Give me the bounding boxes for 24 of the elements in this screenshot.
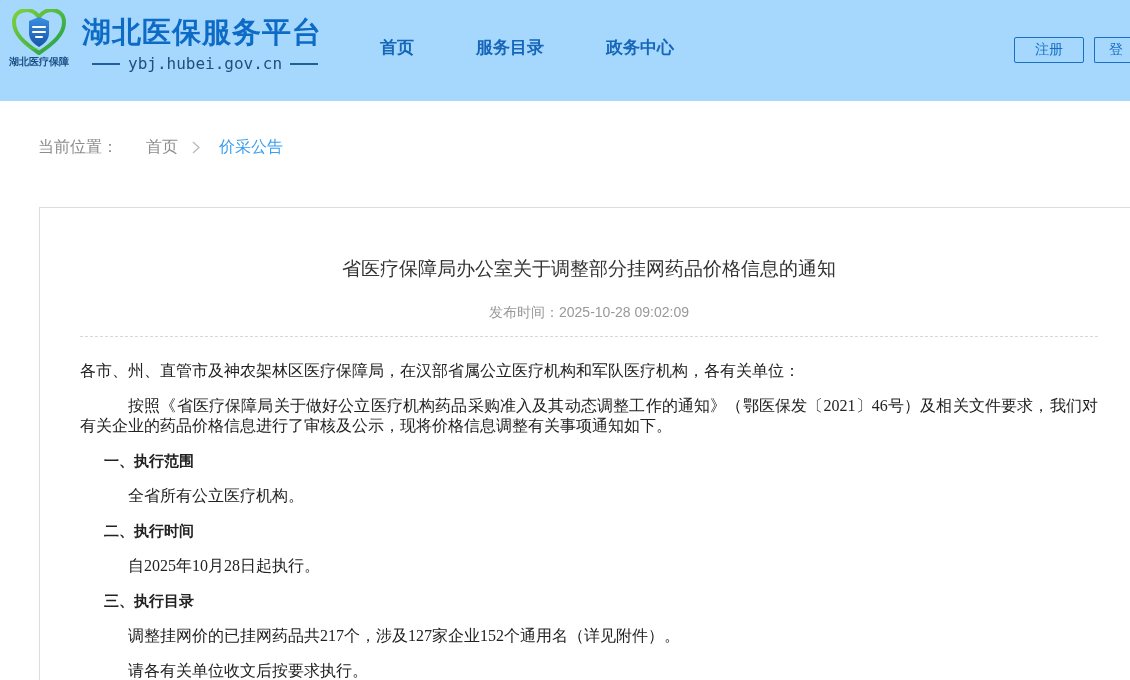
breadcrumb-label: 当前位置： xyxy=(38,136,118,157)
site-url: ybj.hubei.gov.cn xyxy=(128,55,283,73)
logo-caption: 湖北医疗保障 xyxy=(9,56,69,67)
section-heading: 三、执行目录 xyxy=(103,591,195,611)
breadcrumb-link[interactable]: 价采公告 xyxy=(219,136,283,158)
nav-link[interactable]: 服务目录 xyxy=(476,36,544,60)
heart-shield-logo-icon xyxy=(12,9,66,55)
section-heading: 一、执行范围 xyxy=(103,451,195,471)
body-paragraph: 全省所有公立医疗机构。 xyxy=(127,486,305,506)
body-paragraph: 自2025年10月28日起执行。 xyxy=(127,556,321,576)
article-title: 省医疗保障局办公室关于调整部分挂网药品价格信息的通知 xyxy=(341,257,837,281)
nav-link[interactable]: 首页 xyxy=(380,36,414,60)
body-paragraph: 请各有关单位收文后按要求执行。 xyxy=(127,661,369,680)
register-button[interactable]: 注册 xyxy=(1014,37,1084,63)
site-title: 湖北医保服务平台 xyxy=(82,15,322,49)
salutation-text: 各市、州、直管市及神农架林区医疗保障局，在汉部省属公立医疗机构和军队医疗机构，各有关单位： xyxy=(80,361,801,381)
nav-link[interactable]: 政务中心 xyxy=(606,36,674,60)
chevron-right-icon xyxy=(192,140,200,154)
body-paragraph: 调整挂网价的已挂网药品共217个，涉及127家企业152个通用名（详见附件）。 xyxy=(127,626,681,646)
breadcrumb-link[interactable]: 首页 xyxy=(146,136,178,158)
publish-time: 发布时间：2025-10-28 09:02:09 xyxy=(488,303,690,322)
section-heading: 二、执行时间 xyxy=(103,521,195,541)
body-paragraph: 按照《省医疗保障局关于做好公立医疗机构药品采购准入及其动态调整工作的通知》（鄂医保发〔2021〕46号）及相关文件要求，我们对有关企业的药品价格信息进行了审核及公示，现将价格信息调整有关事项通知如下。 xyxy=(80,396,1098,436)
login-button[interactable]: 登 xyxy=(1094,37,1130,63)
